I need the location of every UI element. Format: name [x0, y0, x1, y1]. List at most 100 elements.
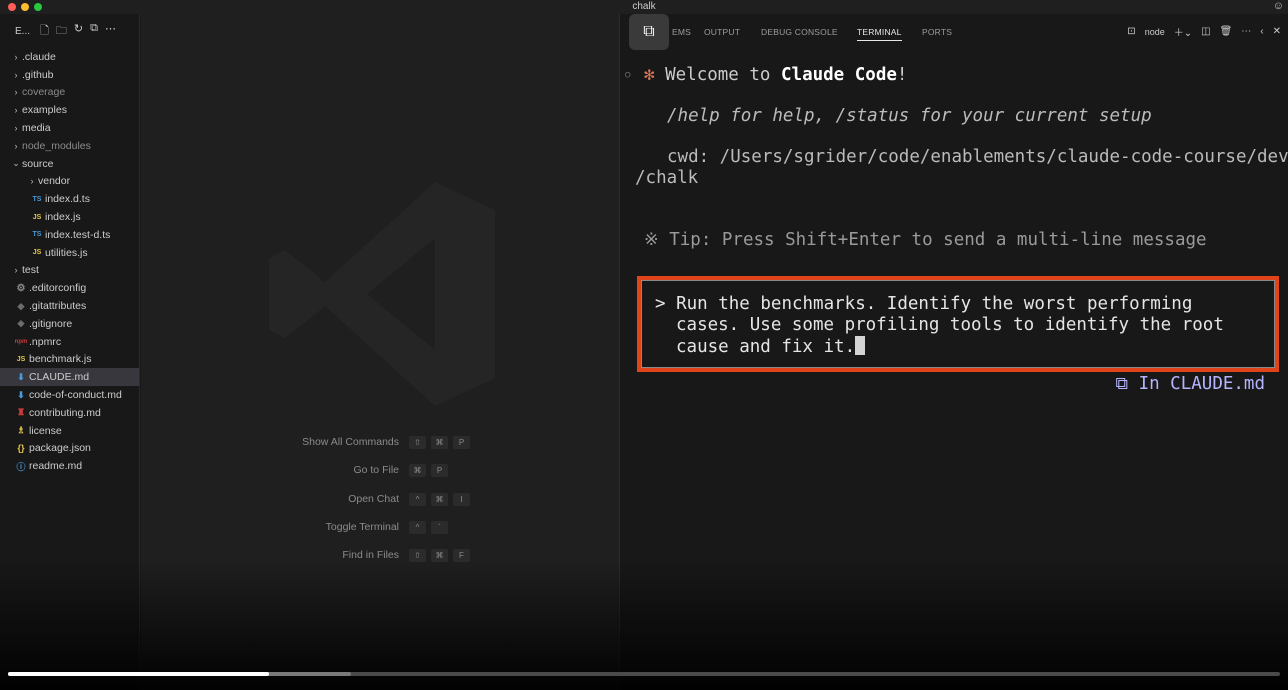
copilot-icon[interactable]: ☺	[1273, 0, 1284, 12]
tip-line: ※ Tip: Press Shift+Enter to send a multi…	[644, 230, 1207, 250]
chevron-left-icon[interactable]: ‹	[1260, 26, 1263, 37]
tree-item[interactable]: ⚙ .editorconfig	[0, 279, 139, 297]
chevron-down-icon: ⌄	[12, 158, 20, 169]
tree-item-label: code-of-conduct.md	[29, 389, 122, 402]
tree-item[interactable]: JS index.js	[0, 208, 139, 226]
shortcut-hint[interactable]: Show All Commands ⇧ ⌘ P	[141, 432, 619, 452]
shortcut-label: Open Chat	[348, 493, 399, 505]
explorer-title: E...	[15, 25, 31, 37]
close-panel-icon[interactable]: ✕	[1273, 26, 1281, 37]
shortcut-hint[interactable]: Toggle Terminal ^ `	[141, 517, 619, 537]
tree-item[interactable]: {} package.json	[0, 440, 139, 458]
tree-item[interactable]: › coverage	[0, 84, 139, 102]
panel-actions: ⊡ node ＋⌄ ◫ 🗑 ⋯ ‹ ✕	[1127, 24, 1281, 39]
shortcut-keys: ^ `	[409, 520, 448, 534]
welcome-product: Claude Code	[781, 65, 897, 85]
tree-item[interactable]: › test	[0, 262, 139, 280]
tree-item[interactable]: ♜ contributing.md	[0, 404, 139, 422]
file-type-icon: TS	[32, 231, 42, 239]
tab-output[interactable]: OUTPUT	[704, 27, 740, 37]
tree-item[interactable]: › node_modules	[0, 137, 139, 155]
tree-item[interactable]: JS utilities.js	[0, 244, 139, 262]
tree-item[interactable]: ⌄ source	[0, 155, 139, 173]
editor-area: Show All Commands ⇧ ⌘ P Go to File ⌘ P Open Cha…	[141, 14, 619, 690]
shortcut-hint[interactable]: Open Chat ^ ⌘ I	[141, 489, 619, 509]
exit-fullscreen-icon: ⧉	[643, 23, 655, 40]
tree-item[interactable]: ⬇ CLAUDE.md	[0, 368, 139, 387]
tab-ports[interactable]: PORTS	[922, 27, 952, 37]
panel-tab-bar: EMS OUTPUT DEBUG CONSOLE TERMINAL PORTS …	[620, 14, 1288, 50]
tree-item[interactable]: › .github	[0, 66, 139, 84]
shortcut-label: Find in Files	[342, 549, 399, 561]
tab-terminal[interactable]: TERMINAL	[857, 27, 902, 41]
file-type-icon: {}	[17, 443, 25, 454]
chevron-right-icon: ›	[30, 176, 34, 187]
file-type-icon: ⓘ	[16, 461, 26, 472]
collapse-all-icon[interactable]: ⧉	[90, 22, 98, 41]
more-icon[interactable]: ⋯	[1241, 26, 1251, 37]
file-tree: › .claude › .github › coverage › examples › media…	[0, 48, 139, 475]
tree-item-label: coverage	[22, 86, 66, 99]
tree-item[interactable]: › vendor	[0, 173, 139, 191]
shortcut-keys: ⇧ ⌘ F	[409, 548, 470, 562]
key-cap: I	[453, 492, 470, 506]
tree-item[interactable]: › media	[0, 119, 139, 137]
tip-icon: ※	[644, 230, 659, 250]
chevron-right-icon: ›	[14, 105, 18, 116]
refresh-icon[interactable]: ↻	[74, 22, 83, 41]
tree-item-label: benchmark.js	[29, 353, 92, 366]
file-type-icon: JS	[16, 355, 26, 363]
help-line: /help for help, /status for your current…	[667, 106, 1152, 126]
terminal-icon: ⊡	[1127, 26, 1136, 37]
key-cap: ⌘	[431, 548, 448, 562]
more-actions-icon[interactable]: ⋯	[105, 22, 116, 41]
tree-item[interactable]: ◆ .gitattributes	[0, 297, 139, 315]
new-folder-icon[interactable]: 🗀	[56, 22, 67, 41]
shortcut-label: Show All Commands	[302, 436, 399, 448]
tree-item[interactable]: TS index.d.ts	[0, 190, 139, 208]
tree-item[interactable]: ⓘ readme.md	[0, 457, 139, 475]
text-cursor	[855, 336, 866, 355]
tree-item[interactable]: npm .npmrc	[0, 333, 139, 351]
tree-item-label: .gitignore	[29, 317, 73, 330]
terminal-name[interactable]: node	[1145, 27, 1165, 37]
tree-item[interactable]: ♗ license	[0, 422, 139, 440]
kill-terminal-icon[interactable]: 🗑	[1220, 26, 1233, 37]
welcome-line: ✻ Welcome to Claude Code!	[644, 65, 907, 85]
bottom-panel: EMS OUTPUT DEBUG CONSOLE TERMINAL PORTS …	[619, 14, 1288, 690]
shortcut-hint[interactable]: Find in Files ⇧ ⌘ F	[141, 545, 619, 565]
tree-item[interactable]: › .claude	[0, 48, 139, 66]
shortcut-label: Toggle Terminal	[325, 521, 399, 533]
split-terminal-icon[interactable]: ◫	[1201, 26, 1210, 37]
chevron-right-icon: ›	[14, 123, 18, 134]
key-cap: ⌘	[431, 492, 448, 506]
file-type-icon: ◆	[17, 300, 25, 311]
key-cap: ^	[409, 492, 426, 506]
tree-item[interactable]: TS index.test-d.ts	[0, 226, 139, 244]
claude-star-icon: ✻	[644, 65, 655, 85]
tree-item[interactable]: › examples	[0, 101, 139, 119]
file-type-icon: JS	[32, 249, 42, 257]
chevron-right-icon: ›	[14, 69, 18, 80]
new-terminal-icon[interactable]: ＋⌄	[1174, 24, 1192, 39]
tree-item[interactable]: JS benchmark.js	[0, 351, 139, 369]
key-cap: `	[431, 520, 448, 534]
tree-item[interactable]: ◆ .gitignore	[0, 315, 139, 333]
new-file-icon[interactable]: 🗋	[40, 22, 49, 41]
tree-item[interactable]: ⬇ code-of-conduct.md	[0, 386, 139, 404]
tab-problems[interactable]: EMS	[672, 27, 691, 37]
tree-item-label: index.d.ts	[45, 193, 90, 206]
welcome-suffix: !	[896, 65, 908, 85]
shortcut-keys: ⌘ P	[409, 463, 448, 477]
tree-item-label: .claude	[22, 50, 56, 63]
video-progress-bar[interactable]	[8, 672, 1280, 676]
shortcut-hint[interactable]: Go to File ⌘ P	[141, 460, 619, 480]
tree-item-label: .npmrc	[29, 335, 62, 348]
cwd-line-2: /chalk	[635, 168, 699, 188]
prompt-input-box[interactable]: > Run the benchmarks. Identify the worst…	[637, 276, 1279, 372]
picture-in-picture-button[interactable]: ⧉	[629, 14, 669, 50]
tree-item-label: CLAUDE.md	[29, 371, 90, 384]
explorer-header: E... 🗋 🗀 ↻ ⧉ ⋯	[0, 14, 139, 48]
welcome-text: Welcome to	[665, 65, 781, 85]
tab-debug-console[interactable]: DEBUG CONSOLE	[761, 27, 838, 37]
